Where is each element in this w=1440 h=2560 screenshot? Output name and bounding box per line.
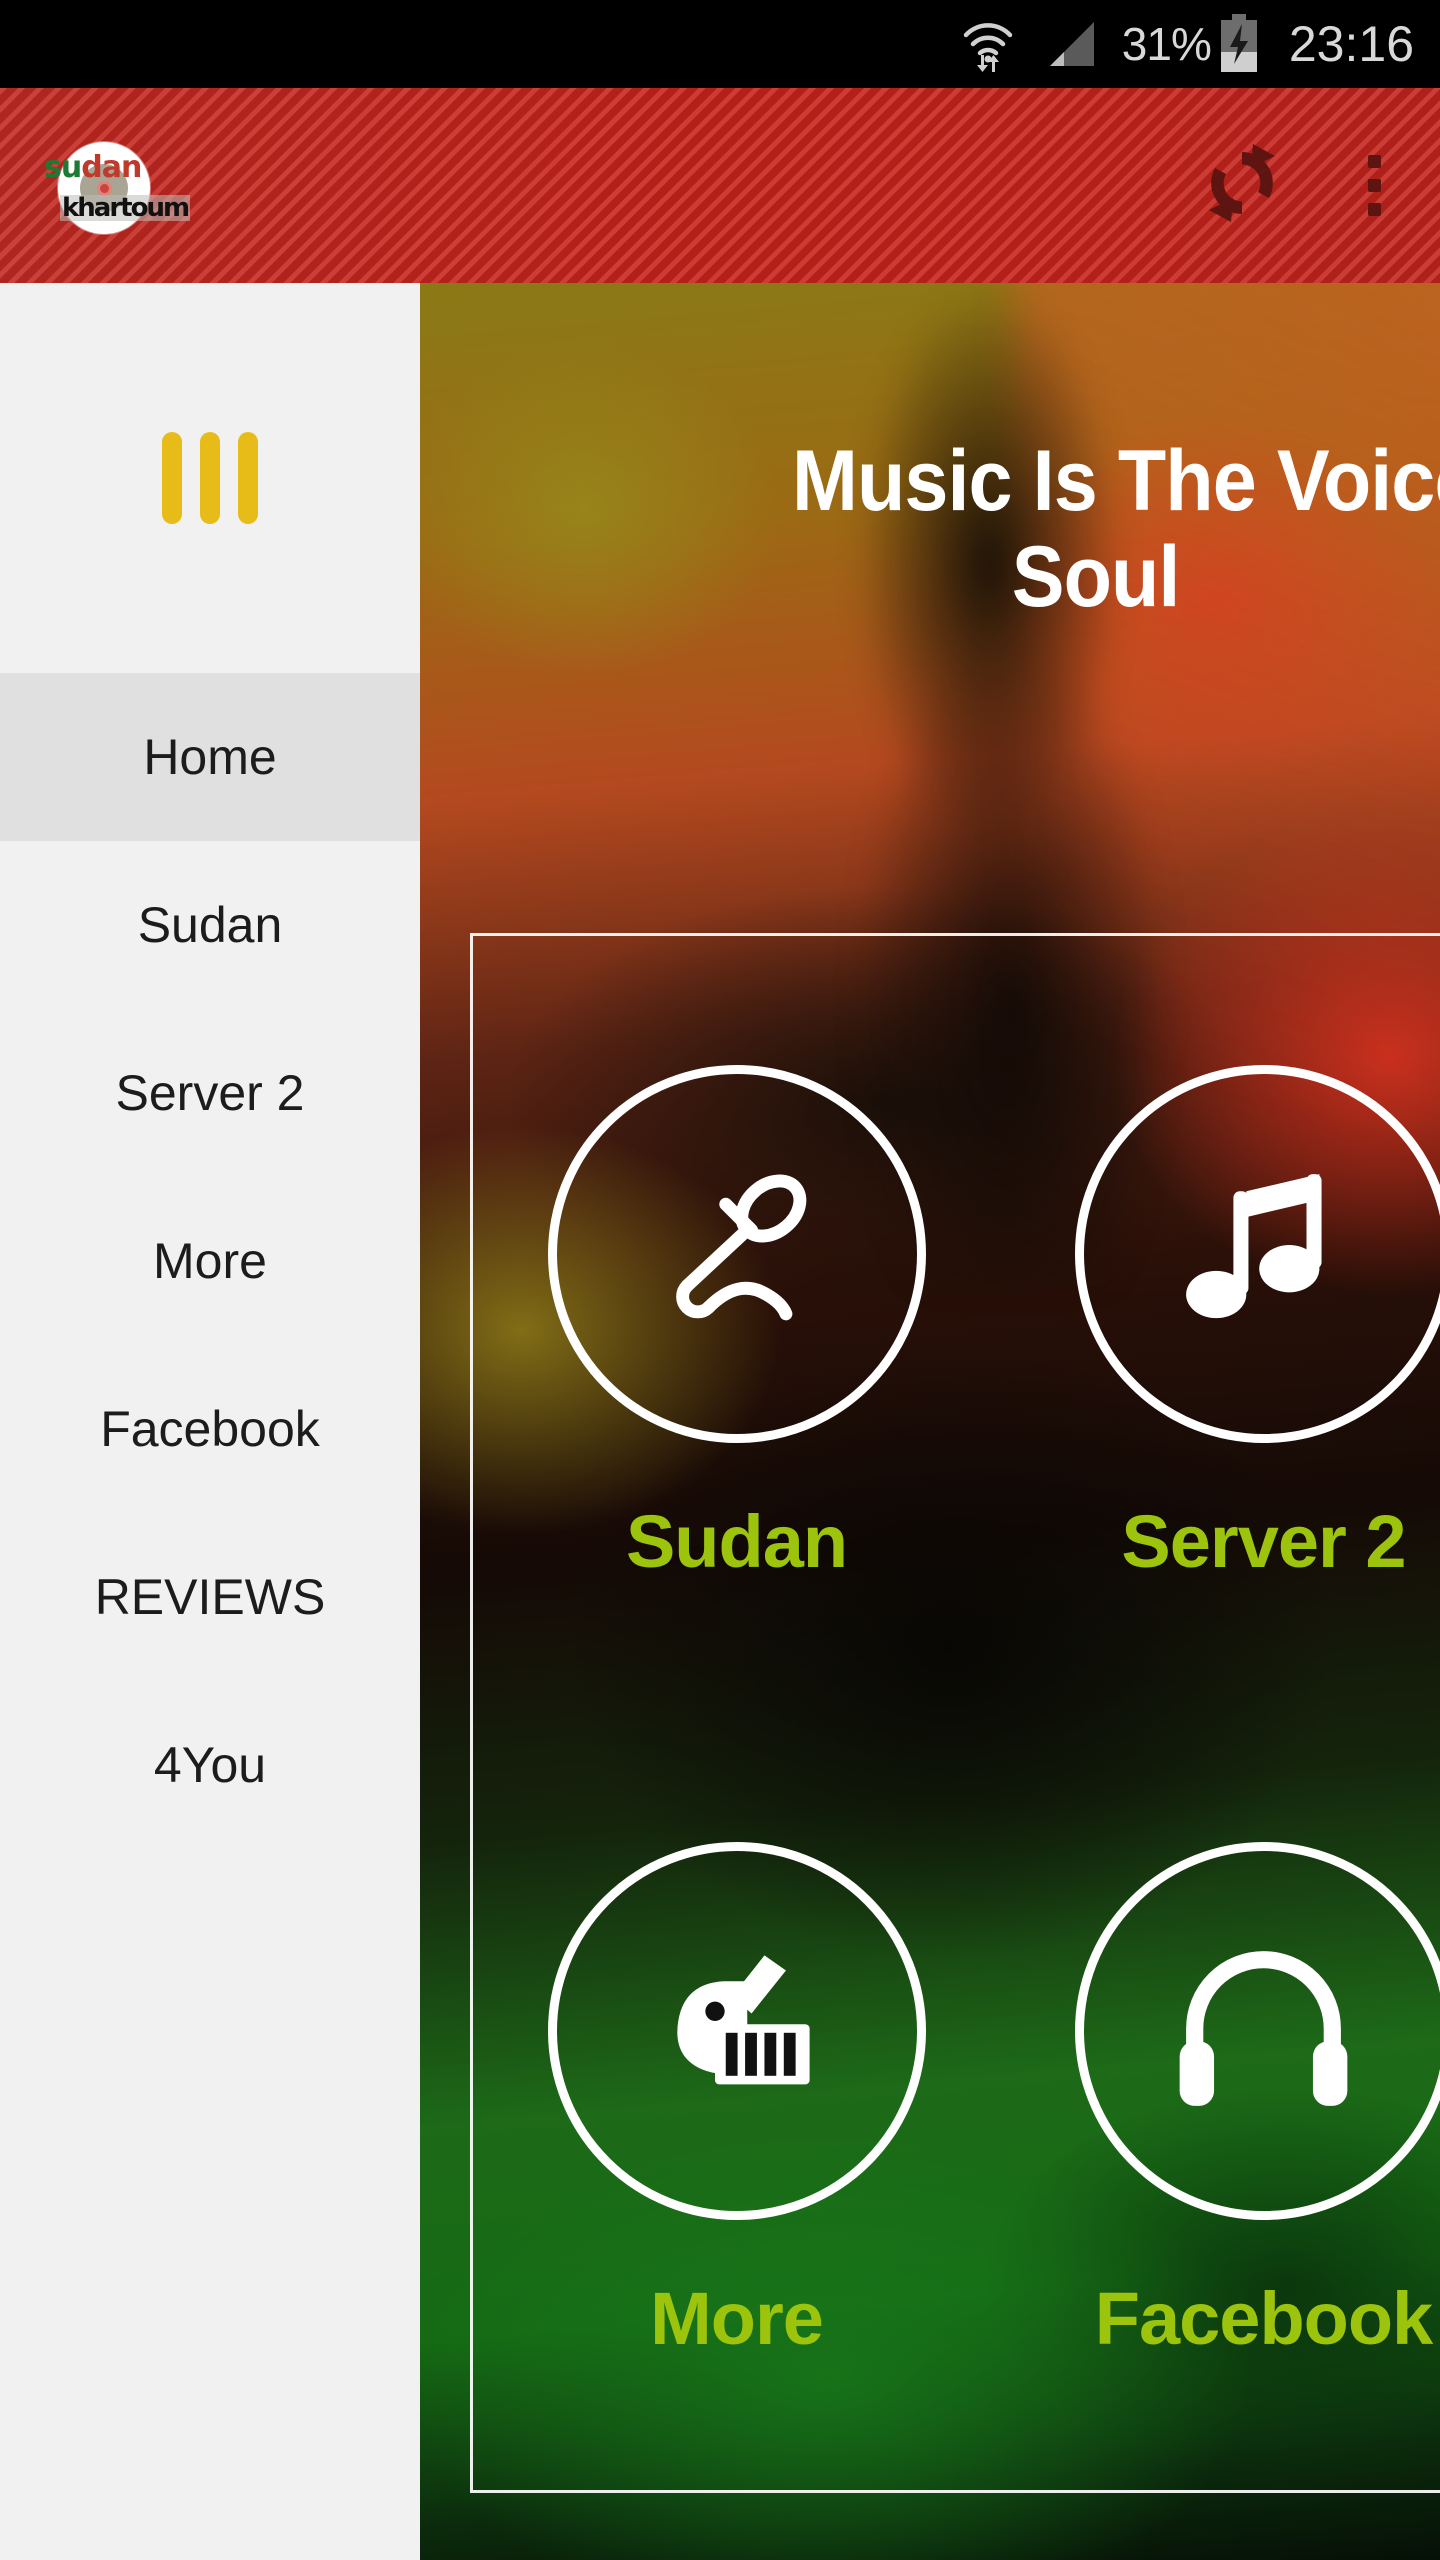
sidebar-item-label: Server 2 xyxy=(115,1065,305,1121)
sidebar-item-label: More xyxy=(153,1233,267,1289)
overflow-menu-button[interactable] xyxy=(1308,88,1440,283)
sidebar-item-label: 4You xyxy=(153,1737,267,1793)
sidebar-item-label: REVIEWS xyxy=(94,1569,326,1625)
navigation-drawer: Home Sudan Server 2 More Facebook REVIEW… xyxy=(0,283,420,2560)
sidebar-item-home[interactable]: Home xyxy=(0,673,420,841)
music-note-icon xyxy=(1156,1144,1371,1364)
logo-word-su: su xyxy=(44,150,82,185)
status-bar: 31% 23:16 xyxy=(0,0,1440,88)
tile-more[interactable]: More xyxy=(473,1713,1000,2490)
sidebar-item-reviews[interactable]: REVIEWS xyxy=(0,1513,420,1681)
tile-label: Sudan xyxy=(625,1500,848,1583)
tile-label: More xyxy=(650,2277,824,2360)
logo-word-khartoum: khartoum xyxy=(60,193,190,223)
clock-label: 23:16 xyxy=(1288,16,1414,72)
tile-icon-circle xyxy=(547,1842,926,2220)
sidebar-item-4you[interactable]: 4You xyxy=(0,1681,420,1849)
battery-charging-icon xyxy=(1219,14,1259,74)
logo-word-dan: dan xyxy=(81,150,142,185)
refresh-button[interactable] xyxy=(1176,88,1308,283)
battery-percent-label: 31% xyxy=(1121,18,1212,70)
main-content: Music Is The Voice Of The Soul xyxy=(420,283,1440,2560)
menu-grid-frame: Sudan Server 2 More Facebook xyxy=(470,933,1440,2493)
page-title-line-1: Music Is The Voice Of The xyxy=(792,433,1440,529)
page-title-line-2: Soul xyxy=(1011,529,1181,626)
sidebar-item-label: Sudan xyxy=(137,897,283,953)
sidebar-item-server-2[interactable]: Server 2 xyxy=(0,1009,420,1177)
tile-server-2[interactable]: Server 2 xyxy=(1000,936,1440,1713)
sidebar-item-more[interactable]: More xyxy=(0,1177,420,1345)
tile-icon-circle xyxy=(1074,1842,1440,2220)
logo-word-top: sudan xyxy=(44,150,142,185)
tile-icon-circle xyxy=(1074,1065,1440,1443)
three-bars-logo-icon xyxy=(0,283,420,673)
menu-grid: Sudan Server 2 More Facebook xyxy=(473,936,1440,2490)
sidebar-item-label: Home xyxy=(143,729,277,785)
tile-icon-circle xyxy=(547,1065,926,1443)
page-title: Music Is The Voice Of The Soul xyxy=(461,433,1440,626)
sidebar-item-label: Facebook xyxy=(100,1401,320,1457)
headphones-icon xyxy=(1156,1921,1371,2141)
app-bar-actions xyxy=(1176,88,1440,283)
guitar-keyboard-icon xyxy=(629,1921,844,2141)
tile-sudan[interactable]: Sudan xyxy=(473,936,1000,1713)
app-screen: 31% 23:16 sudan khartoum Home Sudan Serv… xyxy=(0,0,1440,2560)
sidebar-item-sudan[interactable]: Sudan xyxy=(0,841,420,1009)
app-bar: sudan khartoum xyxy=(0,88,1440,283)
refresh-icon xyxy=(1199,140,1285,231)
tile-label: Server 2 xyxy=(1121,1500,1406,1583)
three-dot-menu-icon xyxy=(1367,155,1381,216)
microphone-icon xyxy=(629,1144,844,1364)
sudan-khartoum-logo: sudan khartoum xyxy=(42,136,190,240)
cellular-signal-icon xyxy=(1044,16,1100,72)
sidebar-item-facebook[interactable]: Facebook xyxy=(0,1345,420,1513)
wifi-icon xyxy=(962,15,1014,73)
tile-facebook[interactable]: Facebook xyxy=(1000,1713,1440,2490)
tile-label: Facebook xyxy=(1094,2277,1433,2360)
